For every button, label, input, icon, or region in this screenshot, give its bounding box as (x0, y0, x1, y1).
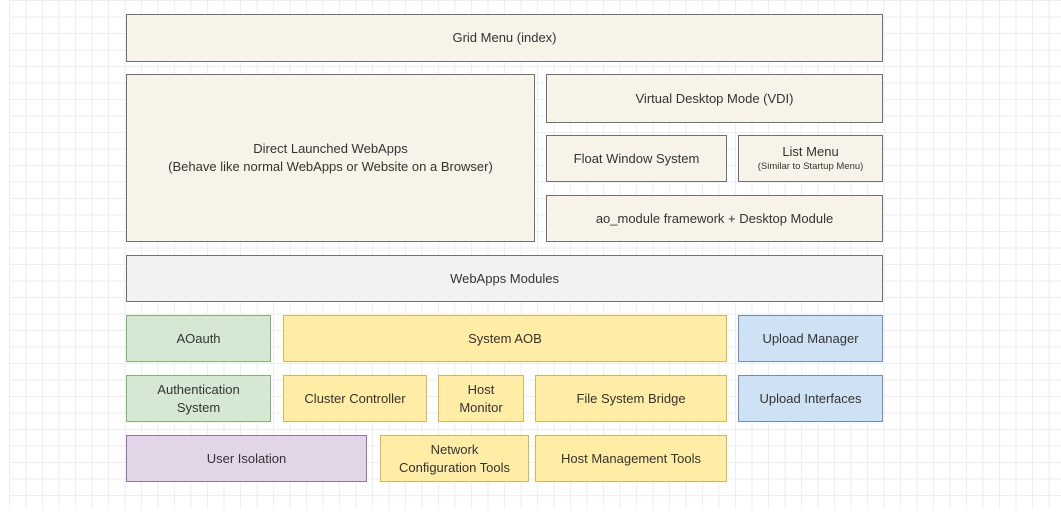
node-list-menu-label: List Menu (782, 143, 838, 161)
node-authentication-system-label: Authentication System (157, 381, 239, 416)
node-upload-manager: Upload Manager (738, 315, 883, 362)
node-host-management-tools: Host Management Tools (535, 435, 727, 482)
node-direct-launched-webapps-label: Direct Launched WebApps (Behave like nor… (168, 140, 493, 175)
node-aoauth: AOauth (126, 315, 271, 362)
node-ao-module-framework: ao_module framework + Desktop Module (546, 195, 883, 242)
node-cluster-controller-label: Cluster Controller (304, 390, 405, 408)
node-upload-interfaces-label: Upload Interfaces (760, 390, 862, 408)
node-authentication-system: Authentication System (126, 375, 271, 422)
node-float-window-system: Float Window System (546, 135, 727, 182)
node-virtual-desktop-mode-label: Virtual Desktop Mode (VDI) (636, 90, 794, 108)
node-file-system-bridge: File System Bridge (535, 375, 727, 422)
node-upload-interfaces: Upload Interfaces (738, 375, 883, 422)
node-file-system-bridge-label: File System Bridge (576, 390, 685, 408)
node-virtual-desktop-mode: Virtual Desktop Mode (VDI) (546, 74, 883, 123)
node-system-aob: System AOB (283, 315, 727, 362)
node-cluster-controller: Cluster Controller (283, 375, 427, 422)
node-webapps-modules-label: WebApps Modules (450, 270, 559, 288)
node-user-isolation: User Isolation (126, 435, 367, 482)
node-direct-launched-webapps: Direct Launched WebApps (Behave like nor… (126, 74, 535, 242)
node-grid-menu: Grid Menu (index) (126, 14, 883, 62)
node-host-management-tools-label: Host Management Tools (561, 450, 701, 468)
node-upload-manager-label: Upload Manager (762, 330, 858, 348)
node-network-configuration-tools: Network Configuration Tools (380, 435, 529, 482)
canvas-margin-left (0, 0, 9, 525)
node-aoauth-label: AOauth (176, 330, 220, 348)
node-webapps-modules: WebApps Modules (126, 255, 883, 302)
node-float-window-system-label: Float Window System (574, 150, 700, 168)
node-list-menu-sublabel: (Similar to Startup Menu) (758, 161, 864, 174)
diagram-canvas: Grid Menu (index) Direct Launched WebApp… (0, 0, 1061, 525)
node-system-aob-label: System AOB (468, 330, 542, 348)
node-list-menu: List Menu (Similar to Startup Menu) (738, 135, 883, 182)
node-user-isolation-label: User Isolation (207, 450, 286, 468)
node-ao-module-framework-label: ao_module framework + Desktop Module (596, 210, 833, 228)
canvas-margin-bottom (0, 509, 1061, 525)
node-network-configuration-tools-label: Network Configuration Tools (399, 441, 510, 476)
node-grid-menu-label: Grid Menu (index) (452, 29, 556, 47)
node-host-monitor: Host Monitor (438, 375, 524, 422)
node-host-monitor-label: Host Monitor (459, 381, 502, 416)
